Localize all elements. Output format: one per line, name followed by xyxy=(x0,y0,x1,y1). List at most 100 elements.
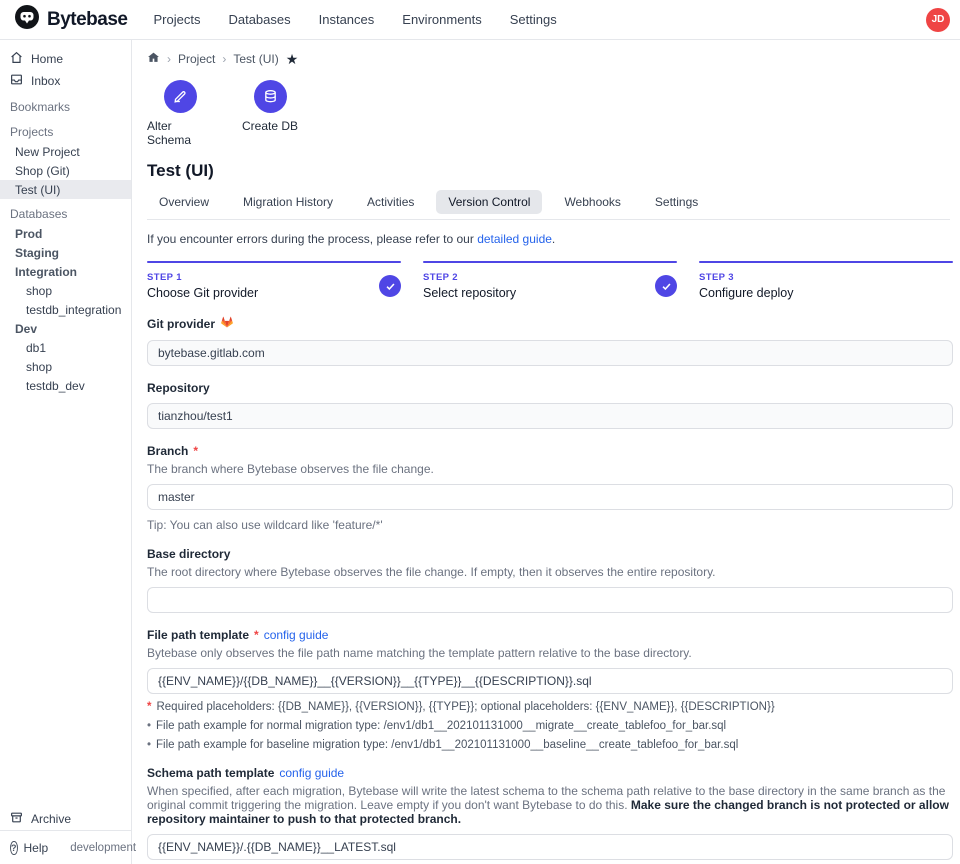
branch-label: Branch xyxy=(147,444,188,458)
breadcrumb-separator: › xyxy=(222,52,226,66)
note-text: Required placeholders: {{DB_NAME}}, {{VE… xyxy=(156,701,774,713)
sidebar-item-home[interactable]: Home xyxy=(0,48,131,70)
file-path-template-label: File path template xyxy=(147,628,249,642)
tab-overview[interactable]: Overview xyxy=(147,190,221,214)
bytebase-logo[interactable]: Bytebase xyxy=(14,4,128,35)
steps: STEP 1 Choose Git provider STEP 2 Select xyxy=(147,261,953,300)
edit-pencil-icon xyxy=(164,80,197,113)
avatar[interactable]: JD xyxy=(926,8,950,32)
step-title: Choose Git provider xyxy=(147,286,258,300)
field-branch: Branch * The branch where Bytebase obser… xyxy=(147,444,953,532)
sidebar-item-test-ui[interactable]: Test (UI) xyxy=(0,180,131,199)
tab-webhooks[interactable]: Webhooks xyxy=(552,190,632,214)
detailed-guide-link[interactable]: detailed guide xyxy=(477,232,552,246)
sidebar-item-label: Inbox xyxy=(31,74,60,88)
star-icon[interactable]: ★ xyxy=(286,51,299,68)
field-git-provider: Git provider xyxy=(147,315,953,366)
sidebar-item-archive[interactable]: Archive xyxy=(0,808,131,830)
quick-action-label: Create DB xyxy=(242,119,298,133)
step-progress-bar xyxy=(147,261,401,263)
main-content: › Project › Test (UI) ★ Alter Schema Cre… xyxy=(132,40,960,864)
note-bullet: • xyxy=(147,739,151,751)
tab-migration-history[interactable]: Migration History xyxy=(231,190,345,214)
topnav-links: Projects Databases Instances Environment… xyxy=(154,12,901,27)
field-file-path-template: File path template * config guide Byteba… xyxy=(147,628,953,751)
branch-input[interactable] xyxy=(147,484,953,510)
required-asterisk: * xyxy=(254,628,259,642)
sidebar-item-new-project[interactable]: New Project xyxy=(0,142,131,161)
step-title: Select repository xyxy=(423,286,516,300)
sidebar-item-shop-git[interactable]: Shop (Git) xyxy=(0,161,131,180)
file-path-note-example-baseline: • File path example for baseline migrati… xyxy=(147,739,953,751)
schema-path-template-label: Schema path template xyxy=(147,766,274,780)
sidebar-env-integration[interactable]: Integration xyxy=(0,262,131,281)
sidebar-db-shop-dev[interactable]: shop xyxy=(0,357,131,376)
schema-path-template-input[interactable] xyxy=(147,834,953,860)
info-text: If you encounter errors during the proce… xyxy=(147,232,474,246)
nav-projects[interactable]: Projects xyxy=(154,12,201,27)
sidebar-env-prod[interactable]: Prod xyxy=(0,224,131,243)
sidebar-db-db1[interactable]: db1 xyxy=(0,338,131,357)
nav-environments[interactable]: Environments xyxy=(402,12,481,27)
step-3: STEP 3 Configure deploy xyxy=(699,261,953,300)
top-nav: Bytebase Projects Databases Instances En… xyxy=(0,0,960,40)
version-control-panel: If you encounter errors during the proce… xyxy=(147,220,953,864)
config-guide-link[interactable]: config guide xyxy=(279,766,344,780)
sidebar-db-shop-integration[interactable]: shop xyxy=(0,281,131,300)
bytebase-logo-icon xyxy=(14,4,40,35)
file-path-template-input[interactable] xyxy=(147,668,953,694)
info-line: If you encounter errors during the proce… xyxy=(147,232,953,246)
help-label[interactable]: Help xyxy=(24,841,49,855)
info-period: . xyxy=(552,232,555,246)
quick-actions: Alter Schema Create DB xyxy=(147,80,950,147)
step-label: STEP 1 xyxy=(147,272,258,283)
step-progress-bar xyxy=(699,261,953,263)
check-circle-icon xyxy=(379,275,401,297)
page-title: Test (UI) xyxy=(147,161,950,181)
sidebar-item-label: Home xyxy=(31,52,63,66)
step-2: STEP 2 Select repository xyxy=(423,261,677,300)
sidebar-env-staging[interactable]: Staging xyxy=(0,243,131,262)
breadcrumb-project[interactable]: Project xyxy=(178,52,215,66)
sidebar-env-dev[interactable]: Dev xyxy=(0,319,131,338)
step-label: STEP 2 xyxy=(423,272,516,283)
tab-activities[interactable]: Activities xyxy=(355,190,426,214)
database-icon xyxy=(254,80,287,113)
file-path-note-example-normal: • File path example for normal migration… xyxy=(147,720,953,732)
sidebar: Home Inbox Bookmarks Projects New Projec… xyxy=(0,40,132,864)
nav-instances[interactable]: Instances xyxy=(319,12,375,27)
field-repository: Repository xyxy=(147,381,953,429)
version-label: development xyxy=(70,842,136,854)
base-directory-desc: The root directory where Bytebase observ… xyxy=(147,565,953,579)
tab-settings[interactable]: Settings xyxy=(643,190,710,214)
note-asterisk: * xyxy=(147,701,151,713)
breadcrumb-test-ui[interactable]: Test (UI) xyxy=(233,52,278,66)
sidebar-db-testdb-dev[interactable]: testdb_dev xyxy=(0,376,131,395)
git-provider-input[interactable] xyxy=(147,340,953,366)
file-path-template-desc: Bytebase only observes the file path nam… xyxy=(147,646,953,660)
note-text: File path example for normal migration t… xyxy=(156,720,726,732)
breadcrumb-separator: › xyxy=(167,52,171,66)
required-asterisk: * xyxy=(193,444,198,458)
sidebar-db-testdb-integration[interactable]: testdb_integration xyxy=(0,300,131,319)
repository-input[interactable] xyxy=(147,403,953,429)
step-1: STEP 1 Choose Git provider xyxy=(147,261,401,300)
create-db-button[interactable]: Create DB xyxy=(237,80,303,147)
base-directory-label: Base directory xyxy=(147,547,230,561)
base-directory-input[interactable] xyxy=(147,587,953,613)
field-base-directory: Base directory The root directory where … xyxy=(147,547,953,613)
field-schema-path-template: Schema path template config guide When s… xyxy=(147,766,953,864)
step-label: STEP 3 xyxy=(699,272,794,283)
nav-settings[interactable]: Settings xyxy=(510,12,557,27)
note-text: File path example for baseline migration… xyxy=(156,739,738,751)
alter-schema-button[interactable]: Alter Schema xyxy=(147,80,213,147)
config-guide-link[interactable]: config guide xyxy=(264,628,329,642)
home-icon xyxy=(10,51,23,67)
help-icon: ? xyxy=(10,841,18,855)
breadcrumb-home-icon[interactable] xyxy=(147,51,160,67)
tab-version-control[interactable]: Version Control xyxy=(436,190,542,214)
sidebar-item-label: Archive xyxy=(31,812,71,826)
nav-databases[interactable]: Databases xyxy=(228,12,290,27)
sidebar-item-inbox[interactable]: Inbox xyxy=(0,70,131,92)
file-path-note-required: * Required placeholders: {{DB_NAME}}, {{… xyxy=(147,701,953,713)
